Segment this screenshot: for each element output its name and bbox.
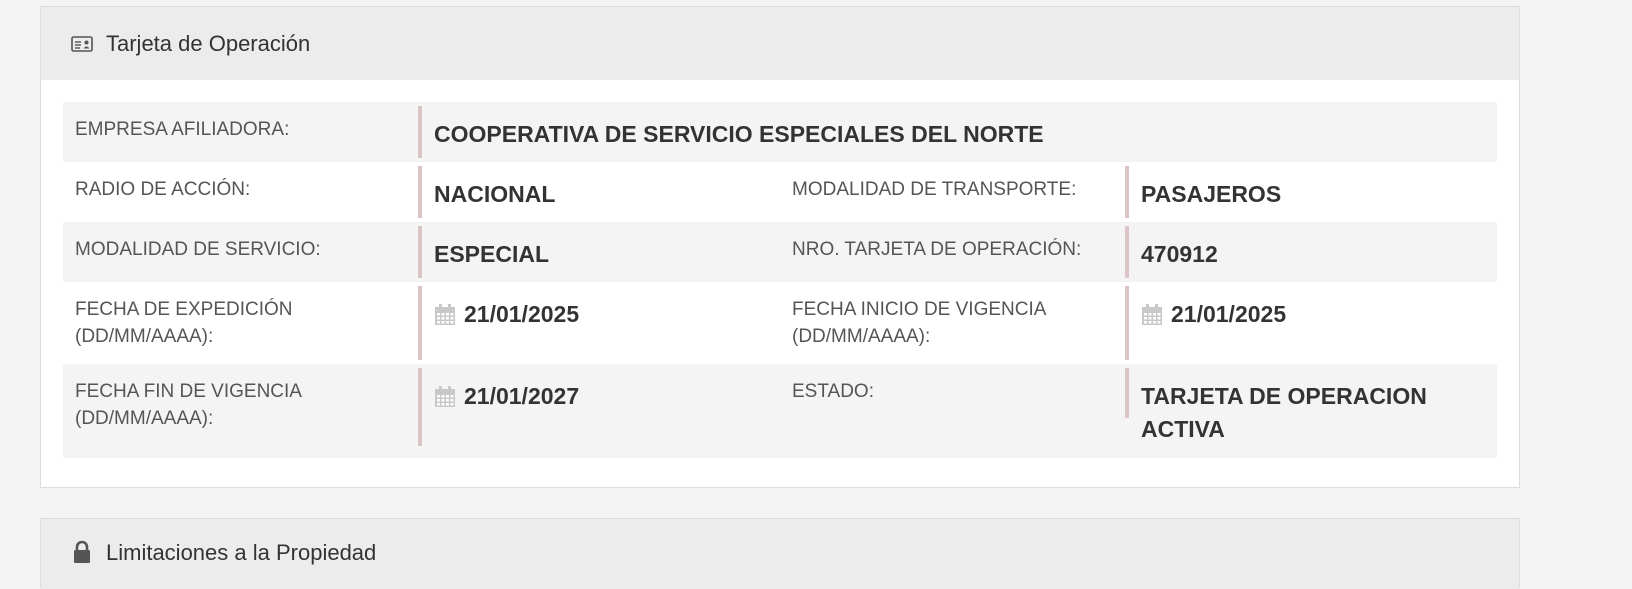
fecha-fin-value: 21/01/2027 [464, 383, 580, 409]
radio-label: RADIO DE ACCIÓN: [75, 179, 251, 200]
table-row-modalidad-servicio: MODALIDAD DE SERVICIO: ESPECIAL NRO. TAR… [63, 222, 1497, 282]
estado-value-cell: TARJETA DE OPERACION ACTIVA [1125, 368, 1497, 442]
table-row-empresa: EMPRESA AFILIADORA: COOPERATIVA DE SERVI… [63, 102, 1497, 162]
modalidad-servicio-value: ESPECIAL [434, 241, 550, 267]
card-info-table: EMPRESA AFILIADORA: COOPERATIVA DE SERVI… [63, 102, 1497, 458]
panel-title: Tarjeta de Operación [106, 30, 311, 56]
tarjeta-operacion-panel: Tarjeta de Operación EMPRESA AFILIADORA:… [40, 6, 1520, 488]
lock-icon [70, 540, 94, 564]
fecha-inicio-label: FECHA INICIO DE VIGENCIA (DD/MM/AAAA): [780, 282, 1125, 364]
limitaciones-heading[interactable]: Limitaciones a la Propiedad [41, 519, 1519, 589]
modalidad-transporte-value: PASAJEROS [1141, 181, 1282, 207]
table-row-fecha-fin-estado: FECHA FIN DE VIGENCIA (DD/MM/AAAA): 21/0… [63, 364, 1497, 458]
table-row-fechas-expedicion: FECHA DE EXPEDICIÓN (DD/MM/AAAA): 21/01/… [63, 282, 1497, 364]
calendar-icon [1141, 304, 1163, 326]
modalidad-transporte-label: MODALIDAD DE TRANSPORTE: [792, 179, 1077, 200]
nro-tarjeta-value: 470912 [1141, 241, 1218, 267]
fecha-inicio-value: 21/01/2025 [1171, 301, 1287, 327]
modalidad-transporte-value-cell: PASAJEROS [1125, 166, 1497, 218]
fecha-expedicion-value: 21/01/2025 [464, 301, 580, 327]
fecha-inicio-label-line1: FECHA INICIO DE VIGENCIA [792, 299, 1047, 320]
fecha-fin-label-line2: (DD/MM/AAAA): [75, 408, 214, 429]
radio-value: NACIONAL [434, 181, 556, 207]
panel-title: Limitaciones a la Propiedad [106, 540, 377, 565]
tarjeta-operacion-heading[interactable]: Tarjeta de Operación [41, 7, 1519, 80]
fecha-expedicion-label-line1: FECHA DE EXPEDICIÓN [75, 299, 293, 320]
nro-tarjeta-value-cell: 470912 [1125, 226, 1497, 278]
fecha-expedicion-label-line2: (DD/MM/AAAA): [75, 326, 214, 347]
fecha-fin-label-line1: FECHA FIN DE VIGENCIA [75, 381, 302, 402]
table-row-radio: RADIO DE ACCIÓN: NACIONAL MODALIDAD DE T… [63, 162, 1497, 222]
modalidad-servicio-label: MODALIDAD DE SERVICIO: [75, 239, 321, 260]
empresa-value-cell: COOPERATIVA DE SERVICIO ESPECIALES DEL N… [418, 106, 1497, 158]
empresa-value: COOPERATIVA DE SERVICIO ESPECIALES DEL N… [434, 121, 1044, 147]
estado-value-line2: ACTIVA [1141, 416, 1225, 442]
modalidad-servicio-value-cell: ESPECIAL [418, 226, 780, 278]
estado-value: TARJETA DE OPERACION ACTIVA [1141, 380, 1427, 446]
fecha-fin-label: FECHA FIN DE VIGENCIA (DD/MM/AAAA): [63, 364, 418, 458]
calendar-icon [434, 386, 456, 408]
fecha-inicio-label-line2: (DD/MM/AAAA): [792, 326, 931, 347]
empresa-label: EMPRESA AFILIADORA: [75, 119, 290, 140]
limitaciones-panel: Limitaciones a la Propiedad [40, 518, 1520, 589]
calendar-icon [434, 304, 456, 326]
fecha-expedicion-value-cell: 21/01/2025 [418, 286, 780, 360]
fecha-fin-value-cell: 21/01/2027 [418, 368, 780, 446]
id-card-icon [70, 32, 94, 56]
estado-value-line1: TARJETA DE OPERACION [1141, 383, 1427, 409]
fecha-expedicion-label: FECHA DE EXPEDICIÓN (DD/MM/AAAA): [63, 282, 418, 364]
estado-label: ESTADO: [792, 381, 874, 402]
nro-tarjeta-label: NRO. TARJETA DE OPERACIÓN: [792, 239, 1082, 260]
fecha-inicio-value-cell: 21/01/2025 [1125, 286, 1497, 360]
radio-value-cell: NACIONAL [418, 166, 780, 218]
